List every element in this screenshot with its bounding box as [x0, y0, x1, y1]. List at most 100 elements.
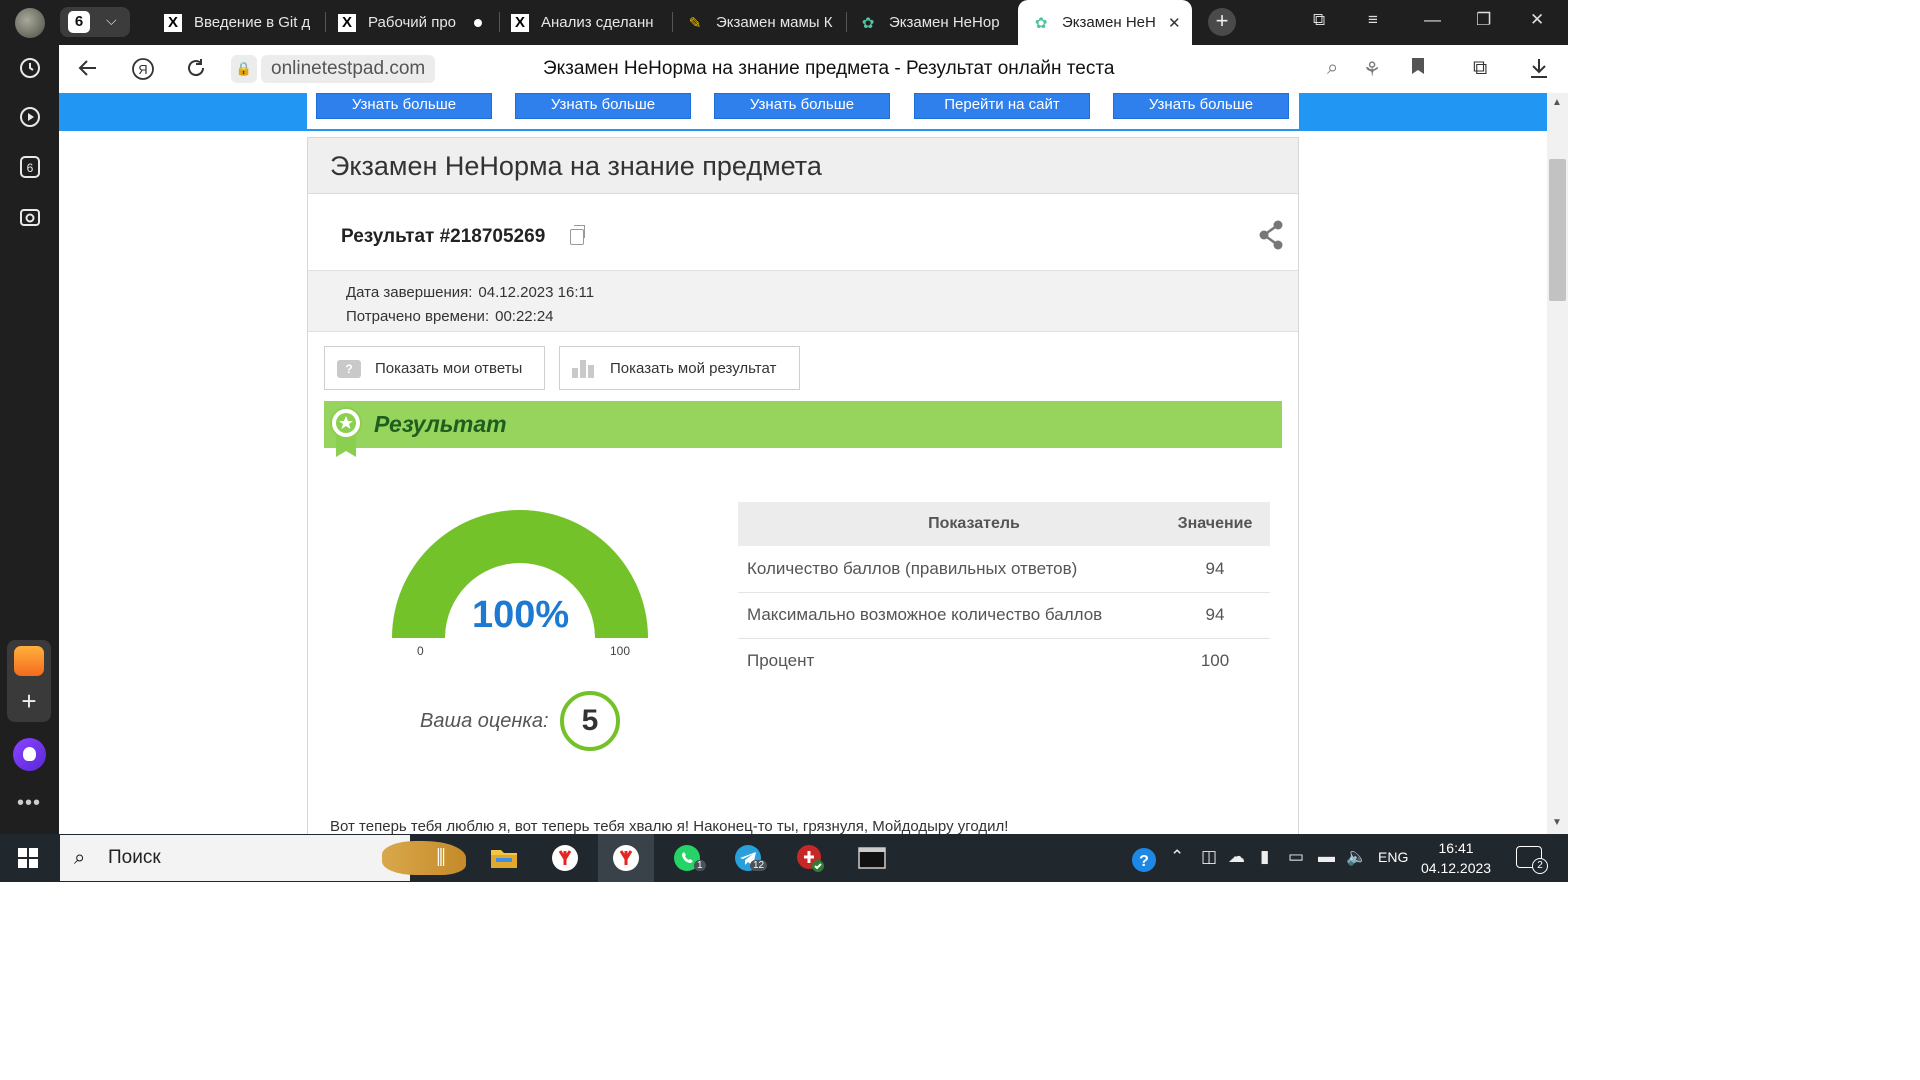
task-view-icon[interactable]: ⫼	[425, 842, 457, 874]
download-icon[interactable]	[1529, 57, 1549, 85]
restore-icon[interactable]: ❐	[1476, 10, 1491, 30]
antivirus-icon[interactable]	[794, 842, 826, 874]
result-header: Результат #218705269	[308, 194, 1298, 270]
completed-value: 04.12.2023 16:11	[478, 284, 595, 301]
profile-avatar[interactable]	[15, 8, 45, 38]
page-scrollbar[interactable]: ▲ ▼	[1547, 93, 1568, 834]
telegram-badge: 12	[750, 860, 768, 871]
alice-assistant-icon[interactable]	[13, 738, 46, 771]
ad-button-5[interactable]: Узнать больше	[1113, 93, 1289, 119]
completed-label: Дата завершения:	[346, 284, 473, 301]
taskbar-search[interactable]: ⌕ Поиск	[60, 835, 466, 881]
clock[interactable]: 16:41 04.12.2023	[1421, 838, 1491, 878]
tab-2[interactable]: X Рабочий про	[338, 0, 498, 45]
ad-strip: Узнать больше Узнать больше Узнать больш…	[307, 93, 1299, 129]
menu-icon[interactable]: ≡	[1368, 10, 1378, 30]
otp-icon: ✿	[861, 14, 875, 32]
new-tab-button[interactable]: +	[1208, 8, 1236, 36]
award-ribbon-icon	[330, 407, 362, 459]
scroll-thumb[interactable]	[1549, 159, 1566, 301]
tab-count-button[interactable]: 6 ⌵	[60, 7, 130, 37]
ad-button-4[interactable]: Перейти на сайт	[914, 93, 1090, 119]
more-icon[interactable]: •••	[17, 792, 41, 815]
windows-start-icon[interactable]	[18, 848, 38, 868]
ad-button-2[interactable]: Узнать больше	[515, 93, 691, 119]
copy-icon[interactable]	[570, 225, 585, 245]
table-header: Показатель Значение	[738, 502, 1270, 546]
notifications-icon[interactable]: 2	[1516, 846, 1548, 874]
share-icon[interactable]	[1258, 220, 1284, 255]
collections-panel-icon[interactable]: ⧉	[1473, 57, 1487, 80]
help-icon[interactable]: ?	[1131, 847, 1159, 880]
minimize-icon[interactable]: —	[1424, 10, 1441, 30]
meet-icon[interactable]: ◫	[1201, 847, 1217, 867]
table-row: Количество баллов (правильных ответов) 9…	[738, 546, 1270, 593]
screenshot-icon[interactable]	[14, 201, 46, 233]
tab-4[interactable]: ✎ Экзамен мамы К	[686, 0, 838, 45]
bookmark-icon[interactable]	[1411, 57, 1425, 81]
column-header: Значение	[1160, 502, 1270, 546]
mail-icon[interactable]	[14, 646, 44, 676]
x-icon: X	[511, 13, 529, 32]
extensions-icon[interactable]: ⚘	[1363, 57, 1381, 82]
show-result-button[interactable]: Показать мой результат	[559, 346, 800, 390]
puzzle-icon: ✎	[688, 14, 702, 32]
tab-1[interactable]: X Введение в Git д	[164, 0, 320, 45]
result-message: Вот теперь тебя люблю я, вот теперь тебя…	[330, 818, 1009, 834]
test-title: Экзамен НеНорма на знание предмета	[308, 138, 1298, 194]
ad-button-3[interactable]: Узнать больше	[714, 93, 890, 119]
gauge-max: 100	[610, 644, 631, 658]
search-label: Поиск	[108, 847, 161, 868]
history-icon[interactable]	[14, 52, 46, 84]
back-icon[interactable]	[77, 57, 99, 85]
yandex-browser-icon[interactable]	[549, 842, 581, 874]
ad-button-1[interactable]: Узнать больше	[316, 93, 492, 119]
reload-icon[interactable]	[185, 57, 207, 85]
cloud-icon[interactable]: ☁	[1228, 847, 1245, 867]
result-card: Экзамен НеНорма на знание предмета Резул…	[307, 137, 1299, 834]
tab-label: Экзамен НеНор	[889, 14, 1000, 31]
row-value: 100	[1200, 651, 1230, 671]
svg-text:?: ?	[1139, 853, 1149, 870]
unsaved-dot-icon	[474, 18, 482, 27]
show-answers-button[interactable]: ? Показать мои ответы	[324, 346, 545, 390]
scroll-down-icon[interactable]: ▼	[1552, 817, 1562, 828]
row-label: Количество баллов (правильных ответов)	[738, 546, 1160, 593]
translate-icon[interactable]: ⌕	[1327, 57, 1338, 80]
tab-6-active[interactable]: ✿ Экзамен НеН ✕	[1018, 0, 1192, 45]
network-icon[interactable]: ▭	[1288, 847, 1304, 867]
play-icon[interactable]	[14, 101, 46, 133]
grade-label: Ваша оценка:	[420, 710, 549, 732]
question-icon: ?	[337, 360, 361, 378]
language-indicator[interactable]: ENG	[1378, 849, 1408, 865]
row-label: Процент	[747, 651, 815, 671]
terminal-icon[interactable]	[856, 842, 888, 874]
yandex-browser-active-icon[interactable]	[610, 842, 642, 874]
table-row: Процент 100	[738, 638, 1270, 684]
spent-value: 00:22:24	[495, 308, 554, 325]
lock-icon[interactable]: 🔒	[231, 55, 257, 83]
scroll-up-icon[interactable]: ▲	[1552, 97, 1562, 108]
add-app-icon[interactable]: +	[14, 686, 44, 716]
tab-5[interactable]: ✿ Экзамен НеНор	[859, 0, 1011, 45]
window-close-icon[interactable]: ✕	[1530, 10, 1544, 30]
battery-icon[interactable]: ▬	[1318, 847, 1335, 867]
row-value: 94	[1160, 546, 1270, 593]
tab-3[interactable]: X Анализ сделанн	[511, 0, 663, 45]
file-explorer-icon[interactable]	[488, 842, 520, 874]
chevron-down-icon: ⌵	[106, 12, 117, 28]
microphone-icon[interactable]: ▮	[1260, 847, 1269, 867]
collections-icon[interactable]: ⧉	[1313, 10, 1325, 30]
url-field[interactable]: 🔒 onlinetestpad.com	[231, 53, 501, 85]
tab-label: Экзамен мамы К	[716, 14, 833, 31]
show-result-label: Показать мой результат	[610, 359, 777, 377]
tab-label: Введение в Git д	[194, 14, 311, 31]
result-meta: Дата завершения: 04.12.2023 16:11 Потраче…	[308, 270, 1298, 332]
yandex-icon[interactable]: Я	[131, 57, 155, 87]
tray-expand-icon[interactable]: ⌃	[1170, 847, 1184, 867]
clock-time: 16:41	[1438, 840, 1474, 856]
grade-badge: 5	[560, 691, 620, 751]
volume-icon[interactable]: 🔈	[1346, 847, 1367, 867]
tabs-count-icon[interactable]: 6	[14, 151, 46, 183]
close-icon[interactable]: ✕	[1168, 14, 1181, 32]
